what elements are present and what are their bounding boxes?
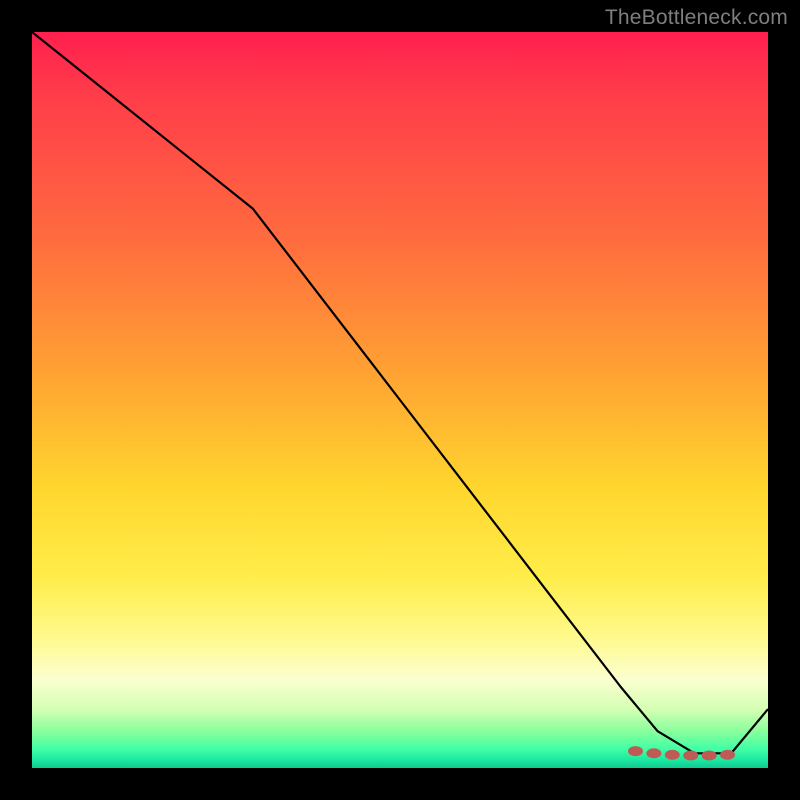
plot-area	[32, 32, 768, 768]
optimal-dot-icon	[665, 750, 679, 759]
optimal-dot-icon	[684, 751, 698, 760]
chart-stage: TheBottleneck.com	[0, 0, 800, 800]
optimal-dot-icon	[721, 750, 735, 759]
bottleneck-curve-line	[32, 32, 768, 753]
watermark-text: TheBottleneck.com	[605, 6, 788, 30]
optimal-dot-icon	[647, 749, 661, 758]
curve-layer	[32, 32, 768, 768]
optimal-dot-icon	[702, 751, 716, 760]
optimal-dot-icon	[629, 747, 643, 756]
